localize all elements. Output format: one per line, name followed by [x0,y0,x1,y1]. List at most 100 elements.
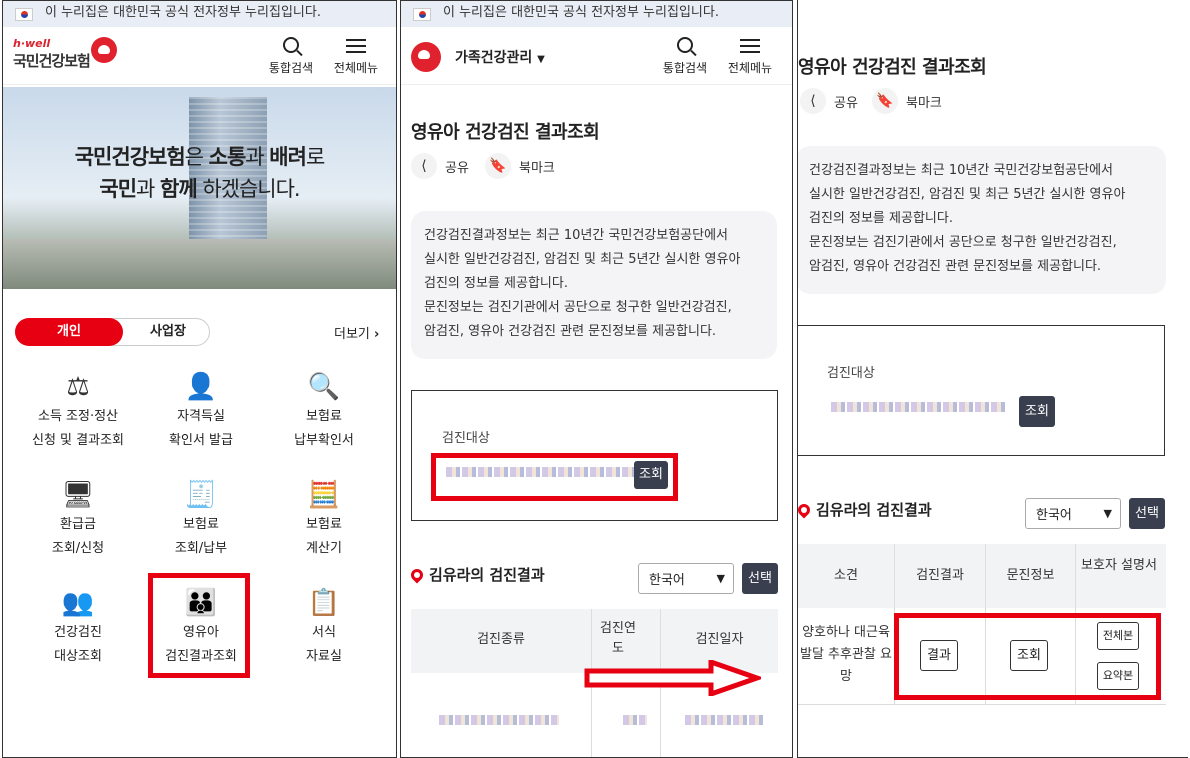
checkup-result-panel: 이 누리집은 대한민국 공식 전자정부 누리집입니다. 가족건강관리 ▼ 통합검… [400,0,793,758]
target-box: 검진대상 조회 [798,325,1165,456]
person-heart-icon: 👤 [184,372,218,402]
logo-name[interactable]: 국민건강보험 [13,50,91,71]
chevron-down-icon: ▼ [537,54,545,65]
col-checkup-type: 검진종류 [477,632,525,647]
mobile-home-panel: 이 누리집은 대한민국 공식 전자정부 누리집입니다. h·well 국민건강보… [2,0,397,758]
menu-label: 자료실 [306,649,342,664]
chevron-down-icon: ▼ [1103,507,1112,520]
masked-cell [623,715,647,725]
search-button-label: 통합검색 [662,61,708,75]
menu-button[interactable]: 전체메뉴 [331,33,381,76]
arrow-right-icon [584,660,761,696]
masked-cell [439,715,559,725]
menu-label: 서식 [312,625,336,640]
menu-premium-receipt[interactable]: 🔍 보험료 납부확인서 [259,369,389,453]
finding-text: 양호하나 대근육 발달 추후관찰 요 망 [800,625,892,684]
bookmark-button[interactable]: 🔖 북마크 [485,153,555,179]
tab-business[interactable]: 사업장 [136,319,200,345]
info-box: 건강검진결과정보는 최근 10년간 국민건강보험공단에서 실시한 일반건강검진,… [411,211,777,359]
menu-button[interactable]: 전체메뉴 [725,33,775,76]
menu-label: 보험료 [306,517,342,532]
select-button[interactable]: 선택 [742,563,778,594]
more-link[interactable]: 더보기 › [334,323,379,342]
target-label: 검진대상 [442,431,490,446]
heart-search-icon: 🔍 [307,372,341,402]
highlight-box [894,613,1161,700]
search-target-button[interactable]: 조회 [1019,396,1055,427]
menu-label: 환급금 [60,517,96,532]
page-title: 영유아 건강검진 결과조회 [411,122,600,143]
masked-target-name [831,402,1005,412]
share-icon: ⟨ [800,88,826,114]
hero-banner: 국민건강보험은 소통과 배려로 국민과 함께 하겠습니다. [3,87,396,289]
location-pin-icon [408,566,426,583]
info-line: 암검진, 영유아 건강검진 관련 문진정보를 제공합니다. [424,324,717,339]
select-button[interactable]: 선택 [1129,498,1165,529]
col-questionnaire: 문진정보 [1006,568,1055,583]
korea-flag-icon [413,7,431,21]
info-box: 건강검진결과정보는 최근 10년간 국민건강보험공단에서 실시한 일반건강검진,… [798,146,1166,294]
info-line: 검진의 정보를 제공합니다. [809,211,953,226]
language-select[interactable]: 한국어 ▼ [638,563,734,594]
menu-button-label: 전체메뉴 [333,61,379,75]
menu-checkup-target[interactable]: 👥 건강검진 대상조회 [13,585,143,669]
search-icon [677,37,693,53]
menu-label: 조회/신청 [51,541,105,556]
col-guardian-guide: 보호자 설명서 [1081,558,1157,573]
info-line: 문진정보는 검진기관에서 공단으로 청구한 일반건강검진, [424,300,732,315]
document-check-icon: 📋 [307,588,341,618]
search-button[interactable]: 통합검색 [661,33,709,76]
menu-income-adjust[interactable]: ⚖ 소득 조정·정산 신청 및 결과조회 [13,369,143,453]
bookmark-icon: 🔖 [485,153,511,179]
search-button[interactable]: 통합검색 [268,33,314,76]
info-line: 건강검진결과정보는 최근 10년간 국민건강보험공단에서 [809,163,1114,178]
hero-line-2: 국민과 함께 하겠습니다. [99,177,300,201]
section-title: 김유라의 검진결과 [798,499,932,520]
bookmark-icon: 🔖 [872,88,898,114]
language-select[interactable]: 한국어 ▼ [1025,498,1121,529]
gov-banner: 이 누리집은 대한민국 공식 전자정부 누리집입니다. [3,1,396,27]
heart-logo-icon [411,42,441,72]
menu-label: 신청 및 결과조회 [32,433,124,448]
menu-label: 계산기 [306,541,342,556]
user-type-toggle: 개인 사업장 [15,318,210,346]
highlight-box [431,453,678,501]
people-search-icon: 👥 [61,588,95,618]
menu-calculator[interactable]: 🧮 보험료 계산기 [259,477,389,561]
app-name[interactable]: 가족건강관리 ▼ [455,47,545,67]
section-title: 김유라의 검진결과 [408,564,545,585]
menu-label: 자격득실 [177,409,225,424]
menu-refund[interactable]: 🖥 환급금 조회/신청 [13,477,143,561]
menu-label: 확인서 발급 [169,433,233,448]
bookmark-button[interactable]: 🔖 북마크 [872,88,942,114]
info-line: 건강검진결과정보는 최근 10년간 국민건강보험공단에서 [424,228,729,243]
info-line: 실시한 일반건강검진, 암검진 및 최근 5년간 실시한 영유아 [424,252,741,267]
app-header: 가족건강관리 ▼ 통합검색 전체메뉴 [401,27,792,85]
gov-banner-text: 이 누리집은 대한민국 공식 전자정부 누리집입니다. [443,4,719,20]
hero-line-1: 국민건강보험은 소통과 배려로 [74,145,326,169]
menu-premium-pay[interactable]: 🧾 보험료 조회/납부 [136,477,266,561]
hamburger-icon [346,39,366,53]
menu-label: 건강검진 [54,625,102,640]
menu-label: 보험료 [183,517,219,532]
site-header: h·well 국민건강보험 통합검색 전체메뉴 [3,27,396,85]
col-finding: 소견 [834,568,858,583]
menu-forms[interactable]: 📋 서식 자료실 [259,585,389,669]
scale-icon: ⚖ [66,372,90,402]
tab-personal[interactable]: 개인 [15,318,123,346]
chevron-right-icon: › [374,327,380,342]
search-icon [283,37,299,53]
col-checkup-date: 검진일자 [695,632,744,647]
masked-cell [685,715,765,725]
share-button[interactable]: ⟨ 공유 [411,153,469,179]
logo-hwell[interactable]: h·well [13,37,50,50]
menu-button-label: 전체메뉴 [727,61,773,75]
menu-label: 납부확인서 [294,433,354,448]
gov-banner-text: 이 누리집은 대한민국 공식 전자정부 누리집입니다. [45,4,321,20]
share-button[interactable]: ⟨ 공유 [800,88,858,114]
monitor-won-icon: 🖥 [61,480,95,510]
checkup-detail-panel: 영유아 건강검진 결과조회 ⟨ 공유 🔖 북마크 건강검진결과정보는 최근 10년간… [797,0,1188,758]
menu-qualification[interactable]: 👤 자격득실 확인서 발급 [136,369,266,453]
gov-banner: 이 누리집은 대한민국 공식 전자정부 누리집입니다. [401,1,792,27]
location-pin-icon [798,501,813,518]
